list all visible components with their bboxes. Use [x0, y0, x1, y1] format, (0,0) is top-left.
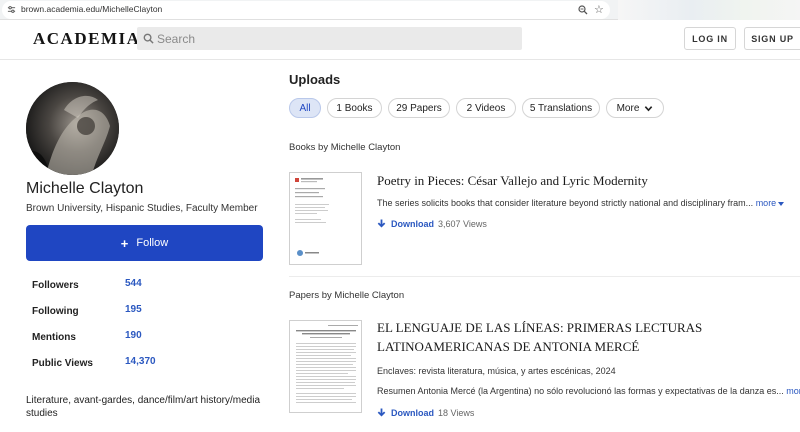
- tab-papers[interactable]: 29 Papers: [388, 98, 450, 118]
- paper-title[interactable]: EL LENGUAJE DE LAS LÍNEAS: PRIMERAS LECT…: [377, 318, 787, 356]
- stat-label-public-views: Public Views: [32, 358, 93, 369]
- paper-thumbnail-page: [296, 325, 358, 403]
- download-icon: [377, 219, 386, 228]
- paper-download-button[interactable]: Download: [377, 408, 434, 418]
- paper-download-label: Download: [391, 408, 434, 418]
- book-description: The series solicits books that consider …: [377, 198, 785, 208]
- book-thumbnail-page: [295, 178, 329, 256]
- section-divider: [289, 276, 800, 277]
- tab-more-label: More: [616, 102, 640, 114]
- academia-logo[interactable]: ACADEMIA: [33, 29, 140, 49]
- tab-videos[interactable]: 2 Videos: [456, 98, 516, 118]
- paper-venue: Enclaves: revista literatura, música, y …: [377, 366, 616, 376]
- research-interests: Literature, avant-gardes, dance/film/art…: [26, 395, 260, 419]
- stat-label-following: Following: [32, 306, 79, 317]
- follow-label: Follow: [136, 237, 169, 249]
- stat-label-followers: Followers: [32, 280, 79, 291]
- download-icon: [377, 408, 386, 417]
- book-download-button[interactable]: Download: [377, 219, 434, 229]
- paper-more-label: more: [786, 386, 800, 396]
- stat-value-followers[interactable]: 544: [125, 278, 142, 289]
- paper-title-line-1[interactable]: EL LENGUAJE DE LAS LÍNEAS: PRIMERAS LECT…: [377, 318, 787, 337]
- paper-thumbnail[interactable]: [289, 320, 362, 413]
- stat-value-following[interactable]: 195: [125, 304, 142, 315]
- chevron-down-icon: [645, 105, 653, 111]
- book-title[interactable]: Poetry in Pieces: César Vallejo and Lyri…: [377, 171, 787, 190]
- browser-extensions-area: [618, 0, 800, 20]
- profile-affiliation[interactable]: Brown University, Hispanic Studies, Facu…: [26, 203, 258, 214]
- caret-down-icon: [778, 201, 785, 206]
- search-input[interactable]: [157, 29, 517, 48]
- zoom-icon[interactable]: [578, 5, 588, 15]
- search-icon: [143, 33, 154, 44]
- paper-description-text: Resumen Antonia Mercé (la Argentina) no …: [377, 386, 784, 396]
- site-header: ACADEMIA LOG IN SIGN UP: [0, 20, 800, 60]
- search-box[interactable]: [137, 27, 522, 50]
- bookmark-star-icon[interactable]: ☆: [594, 4, 604, 16]
- tab-all[interactable]: All: [289, 98, 321, 118]
- uploads-title: Uploads: [289, 72, 341, 87]
- login-button[interactable]: LOG IN: [684, 27, 736, 50]
- book-views: 3,607 Views: [438, 219, 487, 229]
- books-section-label: Books by Michelle Clayton: [289, 142, 401, 153]
- book-more-link[interactable]: more: [756, 198, 785, 208]
- paper-description: Resumen Antonia Mercé (la Argentina) no …: [377, 386, 800, 396]
- tab-translations[interactable]: 5 Translations: [522, 98, 600, 118]
- paper-more-link[interactable]: more: [786, 386, 800, 396]
- plus-icon: +: [120, 235, 129, 251]
- browser-address-bar: brown.academia.edu/MichelleClayton ☆: [0, 0, 800, 20]
- url-text[interactable]: brown.academia.edu/MichelleClayton: [21, 4, 162, 14]
- book-more-label: more: [755, 198, 777, 208]
- book-download-label: Download: [391, 219, 434, 229]
- tab-books[interactable]: 1 Books: [327, 98, 382, 118]
- signup-button[interactable]: SIGN UP: [744, 27, 800, 50]
- paper-views: 18 Views: [438, 408, 475, 418]
- book-thumbnail[interactable]: [289, 172, 362, 265]
- stat-label-mentions: Mentions: [32, 332, 76, 343]
- papers-section-label: Papers by Michelle Clayton: [289, 290, 405, 301]
- paper-title-line-2[interactable]: LATINOAMERICANAS DE ANTONIA MERCÉ: [377, 337, 787, 356]
- avatar: [26, 82, 119, 175]
- book-description-text: The series solicits books that consider …: [377, 198, 754, 208]
- avatar-photo: [26, 82, 119, 175]
- site-settings-icon[interactable]: [7, 5, 16, 14]
- follow-button[interactable]: + Follow: [26, 225, 263, 261]
- tab-more[interactable]: More: [606, 98, 664, 118]
- stat-value-mentions[interactable]: 190: [125, 330, 142, 341]
- stat-value-public-views[interactable]: 14,370: [125, 356, 156, 367]
- profile-name: Michelle Clayton: [26, 180, 144, 197]
- url-field[interactable]: brown.academia.edu/MichelleClayton ☆: [2, 1, 610, 19]
